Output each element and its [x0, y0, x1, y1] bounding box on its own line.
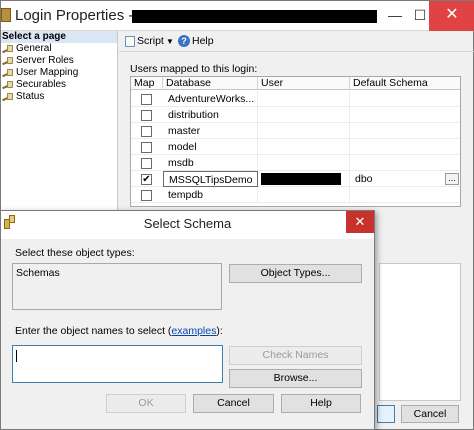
page-item-label: Securables: [16, 79, 67, 90]
database-cell: tempdb: [163, 187, 258, 203]
table-row[interactable]: distribution: [131, 107, 460, 123]
page-icon: [2, 69, 13, 78]
default-schema-cell[interactable]: [350, 155, 460, 171]
map-checkbox[interactable]: [141, 110, 152, 121]
map-checkbox[interactable]: [141, 158, 152, 169]
default-schema-value: dbo: [355, 173, 373, 185]
object-types-label: Select these object types:: [15, 247, 135, 259]
object-names-input[interactable]: [12, 345, 223, 383]
database-cell: master: [163, 123, 258, 139]
user-cell[interactable]: [258, 123, 350, 139]
dialog-title: Select Schema: [143, 216, 232, 231]
schema-browse-ellipsis-button[interactable]: ...: [445, 173, 459, 185]
page-item-server-roles[interactable]: Server Roles: [1, 55, 117, 67]
ok-button[interactable]: OK: [106, 394, 186, 413]
ok-button-partial[interactable]: [377, 405, 395, 423]
column-header-map[interactable]: Map: [131, 77, 163, 90]
select-schema-dialog: Select Schema ✕ Select these object type…: [0, 210, 375, 430]
database-cell: AdventureWorks...: [163, 91, 258, 107]
page-item-general[interactable]: General: [1, 43, 117, 55]
database-cell: distribution: [163, 107, 258, 123]
script-dropdown-arrow-icon[interactable]: ▼: [166, 34, 174, 49]
default-schema-cell[interactable]: [350, 123, 460, 139]
object-types-value: Schemas: [16, 267, 60, 279]
page-icon: [2, 81, 13, 90]
default-schema-cell[interactable]: [350, 187, 460, 203]
user-cell[interactable]: [258, 139, 350, 155]
redacted-login-name: [132, 10, 377, 23]
default-schema-cell[interactable]: [350, 91, 460, 107]
login-properties-titlebar[interactable]: Login Properties - — ☐ ✕: [1, 1, 474, 31]
page-item-label: General: [16, 43, 52, 54]
object-names-label: Enter the object names to select (exampl…: [15, 325, 223, 337]
table-row[interactable]: tempdb: [131, 187, 460, 203]
object-names-label-suffix: ):: [216, 325, 223, 337]
users-mapped-label: Users mapped to this login:: [130, 63, 258, 75]
map-checkbox[interactable]: [141, 94, 152, 105]
page-item-label: User Mapping: [16, 67, 79, 78]
table-row-selected[interactable]: ✔ MSSQLTipsDemo dbo ...: [131, 171, 460, 187]
database-role-membership-panel: [379, 263, 461, 401]
default-schema-cell[interactable]: dbo ...: [350, 171, 460, 187]
help-button[interactable]: ? Help: [178, 34, 214, 49]
column-header-database[interactable]: Database: [163, 77, 258, 90]
toolbar: Script ▼ ? Help: [119, 31, 474, 52]
minimize-icon[interactable]: —: [381, 1, 409, 31]
page-icon: [2, 45, 13, 54]
help-label: Help: [192, 35, 214, 47]
page-icon: [2, 57, 13, 66]
database-cell: model: [163, 139, 258, 155]
table-row[interactable]: AdventureWorks...: [131, 91, 460, 107]
default-schema-cell[interactable]: [350, 139, 460, 155]
redacted-user-name: [261, 173, 341, 185]
database-cell: msdb: [163, 155, 258, 171]
object-names-label-prefix: Enter the object names to select (: [15, 325, 172, 337]
select-schema-titlebar[interactable]: Select Schema ✕: [1, 211, 374, 239]
user-cell[interactable]: [258, 107, 350, 123]
page-item-status[interactable]: Status: [1, 91, 117, 103]
help-icon: ?: [178, 35, 190, 47]
table-row[interactable]: model: [131, 139, 460, 155]
close-icon[interactable]: ✕: [346, 211, 374, 233]
script-button[interactable]: Script: [125, 34, 164, 49]
script-icon: [125, 36, 135, 47]
map-checkbox[interactable]: [141, 190, 152, 201]
map-checkbox[interactable]: [141, 126, 152, 137]
select-a-page-header: Select a page: [1, 31, 117, 43]
text-caret: [16, 350, 17, 362]
examples-link[interactable]: examples: [171, 325, 216, 337]
column-header-user[interactable]: User: [258, 77, 350, 90]
browse-button[interactable]: Browse...: [229, 369, 362, 388]
map-checkbox[interactable]: ✔: [141, 174, 152, 185]
default-schema-cell[interactable]: [350, 107, 460, 123]
user-cell[interactable]: [258, 155, 350, 171]
page-item-user-mapping[interactable]: User Mapping: [1, 67, 117, 79]
user-mapping-grid: Map Database User Default Schema Adventu…: [130, 76, 461, 207]
check-names-button[interactable]: Check Names: [229, 346, 362, 365]
page-item-label: Server Roles: [16, 55, 74, 66]
user-cell[interactable]: [258, 91, 350, 107]
table-row[interactable]: msdb: [131, 155, 460, 171]
help-button[interactable]: Help: [281, 394, 361, 413]
app-icon: [1, 8, 11, 22]
user-cell[interactable]: [258, 187, 350, 203]
page-icon: [2, 93, 13, 102]
page-item-securables[interactable]: Securables: [1, 79, 117, 91]
grid-header: Map Database User Default Schema: [131, 77, 460, 90]
table-row[interactable]: master: [131, 123, 460, 139]
login-cancel-button[interactable]: Cancel: [401, 405, 459, 423]
page-item-label: Status: [16, 91, 45, 102]
cancel-button[interactable]: Cancel: [193, 394, 274, 413]
script-label: Script: [137, 35, 164, 47]
database-cell: MSSQLTipsDemo: [163, 171, 258, 187]
window-title: Login Properties -: [15, 7, 134, 24]
object-types-field: Schemas: [12, 263, 222, 310]
close-icon[interactable]: ✕: [429, 1, 474, 31]
user-cell[interactable]: [258, 171, 350, 187]
map-checkbox[interactable]: [141, 142, 152, 153]
column-header-default-schema[interactable]: Default Schema: [350, 77, 460, 90]
object-types-button[interactable]: Object Types...: [229, 264, 362, 283]
